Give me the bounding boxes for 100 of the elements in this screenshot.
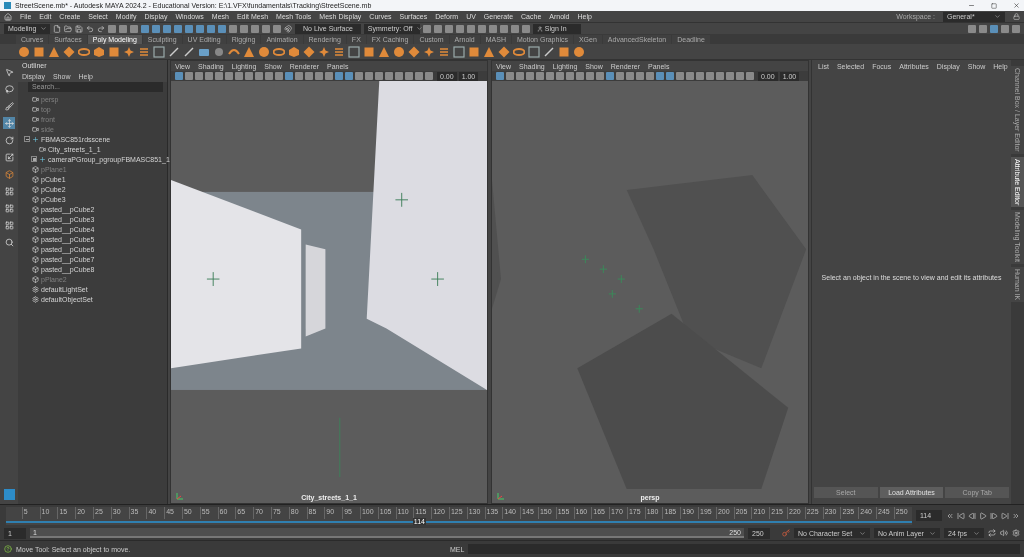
settings-icon[interactable] bbox=[1012, 529, 1020, 537]
caret-icon bbox=[929, 529, 936, 537]
shelf-tool-icon[interactable] bbox=[438, 45, 450, 58]
lock-icon[interactable] bbox=[1013, 13, 1020, 20]
shelf-tool-icon[interactable] bbox=[423, 45, 435, 58]
shelf-tool-icon[interactable] bbox=[78, 45, 90, 58]
toolbar-icon[interactable] bbox=[86, 24, 94, 33]
toolbar-icon[interactable] bbox=[53, 24, 61, 33]
shelf-tool-icon[interactable] bbox=[483, 45, 495, 58]
group-icon bbox=[32, 135, 39, 143]
mesh-icon bbox=[32, 195, 39, 203]
playback-icon[interactable] bbox=[990, 511, 998, 520]
shelf-tool-icon[interactable] bbox=[213, 45, 225, 58]
loop-icon[interactable] bbox=[988, 529, 996, 537]
shelf-tool-icon[interactable] bbox=[138, 45, 150, 58]
shelf-tool-icon[interactable] bbox=[243, 45, 255, 58]
magnet-icon[interactable] bbox=[284, 24, 292, 33]
shelf-tool-icon[interactable] bbox=[273, 45, 285, 58]
tool-icon[interactable] bbox=[3, 151, 15, 163]
maximize-icon[interactable] bbox=[991, 2, 997, 9]
shelf-tool-icon[interactable] bbox=[63, 45, 75, 58]
help-icon bbox=[4, 545, 12, 553]
tool-icon[interactable] bbox=[3, 185, 15, 197]
shelf-tool-icon[interactable] bbox=[393, 45, 405, 58]
axis-gizmo-icon bbox=[496, 491, 506, 501]
shelf-tool-icon[interactable] bbox=[168, 45, 180, 58]
shelf-tool-icon[interactable] bbox=[363, 45, 375, 58]
shelf-tool-icon[interactable] bbox=[33, 45, 45, 58]
playback-icon[interactable] bbox=[946, 511, 954, 520]
tool-icon[interactable] bbox=[3, 117, 15, 129]
shelf-tool-icon[interactable] bbox=[333, 45, 345, 58]
shelf-tool-icon[interactable] bbox=[408, 45, 420, 58]
shelf-tool-icon[interactable] bbox=[573, 45, 585, 58]
shelf-tool-icon[interactable] bbox=[18, 45, 30, 58]
tool-icon[interactable] bbox=[3, 134, 15, 146]
shelf-tool-icon[interactable] bbox=[348, 45, 360, 58]
shelf-tool-icon[interactable] bbox=[183, 45, 195, 58]
mesh-icon bbox=[32, 205, 39, 213]
tool-icon[interactable] bbox=[3, 219, 15, 231]
mesh-icon bbox=[32, 165, 39, 173]
mesh-icon bbox=[32, 275, 39, 283]
mesh-icon bbox=[32, 185, 39, 193]
user-icon bbox=[536, 25, 543, 32]
mesh-icon bbox=[32, 175, 39, 183]
mesh-icon bbox=[32, 215, 39, 223]
camera-icon bbox=[32, 95, 39, 103]
tool-icon[interactable] bbox=[3, 66, 15, 78]
toolbar-icon[interactable] bbox=[75, 24, 83, 33]
home-icon[interactable] bbox=[4, 12, 12, 21]
speaker-icon[interactable] bbox=[1000, 529, 1008, 537]
app-icon bbox=[4, 2, 11, 9]
tool-icon[interactable] bbox=[3, 83, 15, 95]
shelf-tool-icon[interactable] bbox=[288, 45, 300, 58]
tool-icon[interactable] bbox=[3, 100, 15, 112]
shelf-tool-icon[interactable] bbox=[108, 45, 120, 58]
shelf-tool-icon[interactable] bbox=[513, 45, 525, 58]
axis-gizmo-icon bbox=[175, 491, 185, 501]
camera-icon bbox=[32, 125, 39, 133]
caret-icon bbox=[994, 13, 1001, 20]
shelf-tool-icon[interactable] bbox=[453, 45, 465, 58]
playback-icon[interactable] bbox=[1001, 511, 1009, 520]
shelf-tool-icon[interactable] bbox=[153, 45, 165, 58]
mesh-icon bbox=[32, 265, 39, 273]
shelf-tool-icon[interactable] bbox=[93, 45, 105, 58]
playback-icon[interactable] bbox=[1012, 511, 1020, 520]
shelf-tool-icon[interactable] bbox=[318, 45, 330, 58]
shelf-tool-icon[interactable] bbox=[303, 45, 315, 58]
playback-icon[interactable] bbox=[979, 511, 987, 520]
expand-toggle[interactable] bbox=[24, 136, 30, 142]
minimize-icon[interactable] bbox=[968, 2, 975, 9]
tool-icon[interactable] bbox=[3, 236, 15, 248]
shelf-tool-icon[interactable] bbox=[378, 45, 390, 58]
set-icon bbox=[32, 285, 39, 293]
tool-icon[interactable] bbox=[3, 168, 15, 180]
playback-icon[interactable] bbox=[957, 511, 965, 520]
shelf-tool-icon[interactable] bbox=[258, 45, 270, 58]
shelf-tool-icon[interactable] bbox=[123, 45, 135, 58]
camera-icon bbox=[32, 115, 39, 123]
mesh-icon bbox=[32, 225, 39, 233]
caret-icon bbox=[416, 25, 424, 32]
shelf-tool-icon[interactable] bbox=[558, 45, 570, 58]
toolbar-icon[interactable] bbox=[97, 24, 105, 33]
app-logo-icon[interactable] bbox=[3, 489, 15, 500]
toolbar-icon[interactable] bbox=[64, 24, 72, 33]
camera-icon bbox=[39, 145, 46, 153]
mesh-icon bbox=[32, 245, 39, 253]
close-icon[interactable] bbox=[1013, 2, 1020, 9]
shelf-tool-icon[interactable] bbox=[528, 45, 540, 58]
set-icon bbox=[32, 295, 39, 303]
shelf-tool-icon[interactable] bbox=[468, 45, 480, 58]
shelf-tool-icon[interactable] bbox=[48, 45, 60, 58]
mesh-icon bbox=[32, 235, 39, 243]
shelf-tool-icon[interactable] bbox=[498, 45, 510, 58]
caret-icon bbox=[40, 25, 48, 32]
expand-toggle[interactable] bbox=[31, 156, 37, 162]
playback-icon[interactable] bbox=[968, 511, 976, 520]
key-icon[interactable] bbox=[782, 529, 790, 537]
caret-icon bbox=[859, 529, 866, 537]
tool-icon[interactable] bbox=[3, 202, 15, 214]
shelf-tool-icon[interactable] bbox=[543, 45, 555, 58]
